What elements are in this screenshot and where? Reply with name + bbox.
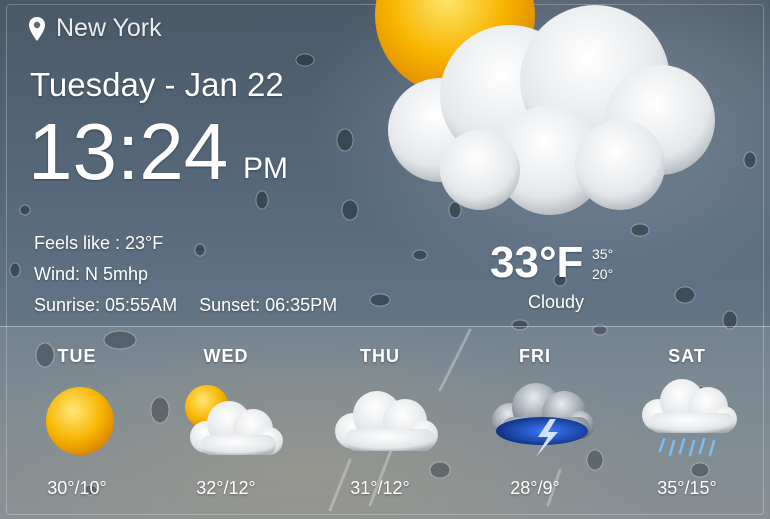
- forecast-day-name: FRI: [519, 346, 551, 366]
- forecast-day-name: SAT: [668, 346, 706, 366]
- thunderstorm-icon: [492, 383, 594, 457]
- weather-widget: New York Tuesday - Jan 22 13:24 PM Feels…: [0, 0, 770, 519]
- current-conditions: 33°F 35° 20° Cloudy: [490, 238, 613, 312]
- location-name: New York: [56, 14, 162, 42]
- sun-icon: [46, 387, 114, 455]
- current-condition: Cloudy: [528, 292, 585, 312]
- weather-details: Feels like : 23°F Wind: N 5mhp Sunrise: …: [34, 228, 337, 321]
- location[interactable]: New York: [28, 14, 162, 43]
- current-high-low: 35° 20°: [592, 244, 613, 284]
- cloud-icon: [335, 391, 438, 451]
- forecast-day-tue[interactable]: TUE 30°/10°: [2, 343, 152, 513]
- forecast-day-fri[interactable]: FRI 28°/9°: [460, 343, 610, 513]
- sun-behind-cloud-icon: [375, 0, 715, 215]
- current-high: 35°: [592, 246, 614, 262]
- rain-cloud-icon: [642, 379, 737, 457]
- forecast-day-name: TUE: [57, 346, 97, 366]
- time-ampm: PM: [243, 152, 288, 185]
- sunrise-text: Sunrise: 05:55AM: [34, 295, 178, 315]
- partly-cloudy-icon: [185, 385, 283, 455]
- location-pin-icon: [29, 16, 45, 41]
- forecast-day-name: THU: [360, 346, 400, 366]
- forecast-day-thu[interactable]: THU 31°/12°: [305, 343, 455, 513]
- sun-times-row: Sunrise: 05:55AM Sunset: 06:35PM: [34, 290, 337, 321]
- current-low: 20°: [592, 266, 614, 282]
- forecast-temps: 30°/10°: [47, 478, 107, 498]
- forecast-temps: 32°/12°: [196, 478, 256, 498]
- forecast-day-name: WED: [203, 346, 249, 366]
- current-time[interactable]: 13:24: [28, 112, 228, 192]
- forecast-day-wed[interactable]: WED 32°/12°: [151, 343, 301, 513]
- feels-like-text: Feels like : 23°F: [34, 233, 164, 253]
- sunset-text: Sunset: 06:35PM: [199, 295, 338, 315]
- forecast-temps: 28°/9°: [510, 478, 560, 498]
- forecast-temps: 35°/15°: [657, 478, 717, 498]
- current-temperature: 33°F: [490, 238, 584, 287]
- wind-text: Wind: N 5mhp: [34, 264, 149, 284]
- forecast-temps: 31°/12°: [350, 478, 410, 498]
- current-date: Tuesday - Jan 22: [30, 66, 284, 103]
- forecast-day-sat[interactable]: SAT 35°/15°: [612, 343, 762, 513]
